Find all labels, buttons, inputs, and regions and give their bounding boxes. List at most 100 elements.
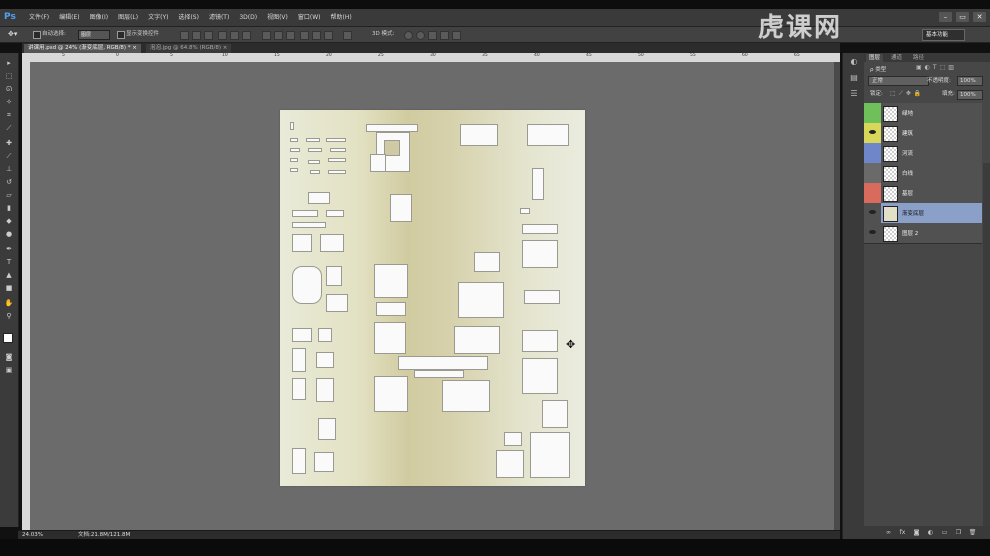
auto-align-icon[interactable] [343, 31, 352, 40]
tab-document-2[interactable]: 泡泡.jpg @ 64.8% (RGB/8) × [146, 44, 232, 53]
menu-file[interactable]: 文件(F) [24, 12, 54, 23]
distribute-vcenter-icon[interactable] [274, 31, 283, 40]
menu-window[interactable]: 窗口(W) [293, 12, 326, 23]
shape-icon[interactable]: ■ [4, 284, 14, 293]
align-bottom-icon[interactable] [204, 31, 213, 40]
foreground-color-swatch[interactable] [3, 333, 13, 343]
layer-visibility-toggle[interactable] [864, 203, 881, 223]
layer-style-icon[interactable]: fx [898, 528, 907, 537]
stamp-icon[interactable]: ⊥ [4, 165, 14, 174]
distribute-left-icon[interactable] [300, 31, 309, 40]
layer-row[interactable]: 建筑 [864, 123, 982, 144]
screenmode-icon[interactable]: ▣ [4, 366, 14, 375]
new-group-icon[interactable]: ▭ [940, 528, 949, 537]
layer-visibility-toggle[interactable] [864, 163, 881, 183]
fill-input[interactable]: 100% [957, 90, 983, 100]
menu-help[interactable]: 帮助(H) [326, 12, 357, 23]
quickmask-icon[interactable]: ◙ [4, 353, 14, 362]
align-top-icon[interactable] [180, 31, 189, 40]
layer-row[interactable]: 图层 2 [864, 223, 982, 244]
menu-3d[interactable]: 3D(D) [234, 12, 262, 23]
history-panel-icon[interactable]: ☰ [848, 89, 860, 99]
blend-mode-dropdown[interactable]: 正常 [868, 76, 929, 86]
path-select-icon[interactable]: ▲ [4, 271, 14, 280]
3d-scale-icon[interactable] [452, 31, 461, 40]
menu-layer[interactable]: 图层(L) [113, 12, 143, 23]
layer-row[interactable]: 基层 [864, 183, 982, 204]
menu-type[interactable]: 文字(Y) [143, 12, 173, 23]
healing-icon[interactable]: ✚ [4, 139, 14, 148]
gradient-icon[interactable]: ▮ [4, 204, 14, 213]
delete-layer-icon[interactable]: 🗑 [968, 528, 977, 537]
eraser-icon[interactable]: ▱ [4, 191, 14, 200]
move-icon[interactable]: ▸ [4, 59, 14, 68]
blur-icon[interactable]: ◆ [4, 217, 14, 226]
building-shape [292, 328, 312, 342]
tab-paths[interactable]: 路径 [910, 54, 927, 62]
tab-layers[interactable]: 图层 [866, 54, 884, 62]
zoom-icon[interactable]: ⚲ [4, 312, 14, 321]
quick-select-icon[interactable]: ✧ [4, 98, 14, 107]
pen-icon[interactable]: ✒ [4, 245, 14, 254]
hand-icon[interactable]: ✋ [4, 299, 14, 308]
align-hcenter-icon[interactable] [230, 31, 239, 40]
layer-visibility-toggle[interactable] [864, 143, 881, 163]
distribute-hcenter-icon[interactable] [312, 31, 321, 40]
3d-rotate-icon[interactable] [404, 31, 413, 40]
3d-slide-icon[interactable] [440, 31, 449, 40]
link-layers-icon[interactable]: ∞ [884, 528, 893, 537]
document-canvas[interactable] [280, 110, 585, 486]
layer-row[interactable]: 河流 [864, 143, 982, 164]
menu-filter[interactable]: 滤镜(T) [204, 12, 234, 23]
color-panel-icon[interactable]: ◐ [848, 57, 860, 67]
align-left-icon[interactable] [218, 31, 227, 40]
menu-select[interactable]: 选择(S) [173, 12, 204, 23]
marquee-icon[interactable]: ⬚ [4, 72, 14, 81]
3d-pan-icon[interactable] [428, 31, 437, 40]
add-mask-icon[interactable]: ◙ [912, 528, 921, 537]
type-icon[interactable]: T [4, 258, 14, 267]
adjustment-layer-icon[interactable]: ◐ [926, 528, 935, 537]
distribute-bottom-icon[interactable] [286, 31, 295, 40]
brush-icon[interactable]: ⟋ [4, 152, 14, 161]
3d-roll-icon[interactable] [416, 31, 425, 40]
lasso-icon[interactable]: ᘏ [4, 85, 14, 94]
crop-icon[interactable]: ⌗ [4, 111, 14, 120]
layer-row[interactable]: 白线 [864, 163, 982, 184]
canvas-scrollbar[interactable] [834, 62, 840, 530]
menu-edit[interactable]: 编辑(E) [54, 12, 84, 23]
zoom-level[interactable]: 24.03% [22, 532, 43, 539]
layer-filter[interactable]: ρ 类型 ▣◐T⬚▥ [868, 64, 986, 73]
tab-channels[interactable]: 通道 [888, 54, 905, 62]
dodge-icon[interactable]: ● [4, 230, 14, 239]
lock-icons[interactable]: ⬚⟋✥🔒 [890, 90, 924, 98]
opacity-input[interactable]: 100% [957, 76, 983, 86]
menu-view[interactable]: 视图(V) [262, 12, 293, 23]
layer-visibility-toggle[interactable] [864, 223, 881, 243]
minimize-button[interactable]: – [939, 12, 952, 22]
layer-row[interactable]: 绿地 [864, 103, 982, 124]
distribute-top-icon[interactable] [262, 31, 271, 40]
distribute-right-icon[interactable] [324, 31, 333, 40]
auto-select-checkbox[interactable] [33, 31, 41, 39]
layers-scrollbar[interactable] [983, 163, 990, 533]
maximize-button[interactable]: ▭ [956, 12, 969, 22]
layer-row[interactable]: 渐变底层 [864, 203, 982, 224]
auto-select-dropdown[interactable]: 图层 [78, 30, 110, 40]
eyedropper-icon[interactable]: ⟋ [4, 124, 14, 133]
move-tool-preset-icon[interactable]: ✥▾ [8, 30, 17, 39]
layer-visibility-toggle[interactable] [864, 123, 881, 143]
layer-visibility-toggle[interactable] [864, 103, 881, 123]
layer-visibility-toggle[interactable] [864, 183, 881, 203]
menu-image[interactable]: 图像(I) [85, 12, 113, 23]
tab-document-1[interactable]: 讲课用.psd @ 24% (渐变底层, RGB/8) * × [24, 44, 141, 53]
align-vcenter-icon[interactable] [192, 31, 201, 40]
filter-icons[interactable]: ▣◐T⬚▥ [916, 64, 957, 71]
new-layer-icon[interactable]: ❐ [954, 528, 963, 537]
close-button[interactable]: ✕ [973, 12, 986, 22]
adjustments-panel-icon[interactable]: ▤ [848, 73, 860, 83]
history-brush-icon[interactable]: ↺ [4, 178, 14, 187]
workspace-switcher[interactable]: 基本功能 [922, 29, 965, 41]
align-right-icon[interactable] [242, 31, 251, 40]
show-transform-checkbox[interactable] [117, 31, 125, 39]
